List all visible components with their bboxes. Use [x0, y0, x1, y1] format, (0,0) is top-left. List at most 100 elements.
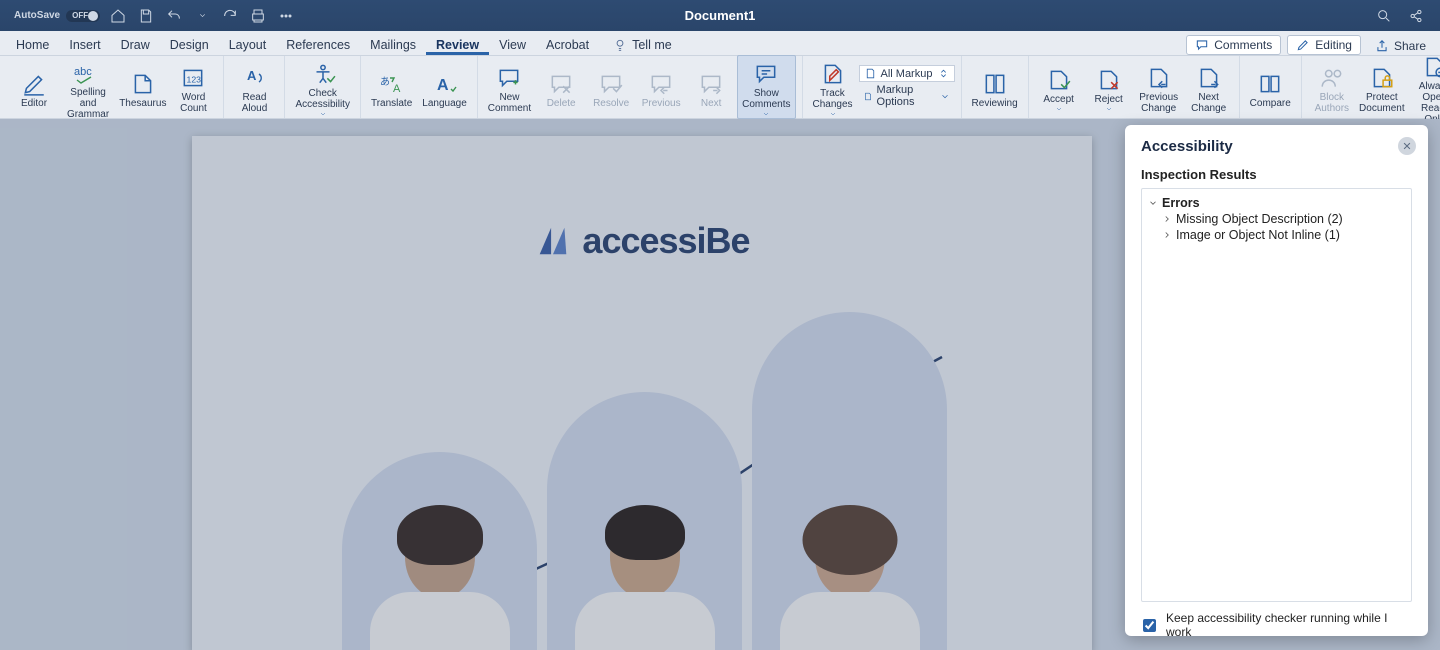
chevron-right-icon [1162, 230, 1172, 240]
more-icon[interactable] [276, 6, 296, 26]
stepper-icon [937, 67, 950, 80]
tab-insert[interactable]: Insert [59, 34, 110, 55]
readaloud-button[interactable]: A Read Aloud [230, 60, 278, 114]
resolve-label: Resolve [593, 98, 629, 109]
tab-review[interactable]: Review [426, 34, 489, 55]
chevron-down-icon [829, 110, 837, 118]
block-authors-button: Block Authors [1308, 60, 1356, 114]
keep-running-label: Keep accessibility checker running while… [1166, 611, 1414, 639]
editor-label: Editor [21, 98, 47, 109]
tab-layout[interactable]: Layout [219, 34, 277, 55]
next-comment-button: Next [687, 66, 735, 109]
prev-comment-button: Previous [637, 66, 685, 109]
chevron-down-icon [319, 110, 327, 118]
check-accessibility-button[interactable]: Check Accessibility [291, 56, 353, 118]
chevron-right-icon [1162, 214, 1172, 224]
editing-mode-button[interactable]: Editing [1287, 35, 1361, 55]
markup-options-button[interactable]: Markup Options [859, 83, 955, 109]
checka11y-label: Check Accessibility [295, 88, 349, 110]
search-icon[interactable] [1374, 6, 1394, 26]
thesaurus-label: Thesaurus [119, 98, 166, 109]
print-icon[interactable] [248, 6, 268, 26]
translate-button[interactable]: あATranslate [367, 66, 416, 109]
readaloud-label: Read Aloud [242, 92, 268, 114]
prev-change-button[interactable]: Previous Change [1135, 60, 1183, 114]
inspection-results-heading: Inspection Results [1125, 163, 1428, 188]
new-comment-button[interactable]: New Comment [484, 60, 535, 114]
svg-text:abc: abc [74, 66, 92, 78]
document-page[interactable]: accessiBe [192, 136, 1092, 650]
svg-text:あ: あ [380, 76, 390, 88]
spelling-button[interactable]: abc Spelling and Grammar [60, 55, 116, 120]
tab-home[interactable]: Home [6, 34, 59, 55]
next-label: Next [701, 98, 722, 109]
share-icon [1375, 39, 1389, 53]
read-only-button[interactable]: Always Open Read-Only [1408, 49, 1440, 125]
error-not-inline[interactable]: Image or Object Not Inline (1) [1146, 227, 1407, 243]
wordcount-button[interactable]: 123 Word Count [169, 60, 217, 114]
compare-button[interactable]: Compare [1246, 66, 1295, 109]
results-tree[interactable]: Errors Missing Object Description (2) Im… [1141, 188, 1412, 602]
home-icon[interactable] [108, 6, 128, 26]
delete-label: Delete [547, 98, 576, 109]
svg-text:A: A [247, 68, 257, 83]
tab-references[interactable]: References [276, 34, 360, 55]
ribbon: Editor abc Spelling and Grammar Thesaurus… [0, 56, 1440, 119]
show-comments-button[interactable]: Show Comments [737, 55, 795, 119]
chevron-down-icon [1055, 105, 1063, 113]
delete-comment-button: Delete [537, 66, 585, 109]
undo-menu-icon[interactable] [192, 6, 212, 26]
trackchanges-label: Track Changes [812, 88, 852, 110]
previous-label: Previous [642, 98, 681, 109]
protect-label: Protect Document [1359, 92, 1405, 114]
reviewing-pane-button[interactable]: Reviewing [968, 66, 1022, 109]
comments-button[interactable]: Comments [1186, 35, 1281, 55]
compare-label: Compare [1250, 98, 1291, 109]
next-change-button[interactable]: Next Change [1185, 60, 1233, 114]
prevchange-label: Previous Change [1139, 92, 1178, 114]
tab-design[interactable]: Design [160, 34, 219, 55]
save-icon[interactable] [136, 6, 156, 26]
document-title: Document1 [685, 8, 756, 23]
errors-category[interactable]: Errors [1146, 195, 1407, 211]
comments-label: Comments [1214, 38, 1272, 52]
tab-view[interactable]: View [489, 34, 536, 55]
error-missing-description[interactable]: Missing Object Description (2) [1146, 211, 1407, 227]
document-canvas: accessiBe Accessibility Inspection Resul… [0, 119, 1440, 650]
reviewing-label: Reviewing [972, 98, 1018, 109]
error-item-label: Image or Object Not Inline (1) [1176, 228, 1340, 242]
errors-label: Errors [1162, 196, 1200, 210]
protect-document-button[interactable]: Protect Document [1358, 60, 1406, 114]
tab-mailings[interactable]: Mailings [360, 34, 426, 55]
redo-icon[interactable] [220, 6, 240, 26]
chevron-down-icon [940, 90, 950, 103]
accept-button[interactable]: Accept [1035, 62, 1083, 113]
svg-text:A: A [393, 83, 401, 95]
reject-button[interactable]: Reject [1085, 62, 1133, 113]
track-changes-button[interactable]: Track Changes [809, 56, 857, 118]
keep-running-checkbox[interactable] [1143, 619, 1156, 632]
editor-button[interactable]: Editor [10, 66, 58, 109]
tab-acrobat[interactable]: Acrobat [536, 34, 599, 55]
wordcount-label: Word Count [180, 92, 207, 114]
language-button[interactable]: ALanguage [418, 66, 471, 109]
markup-display-select[interactable]: All Markup [859, 65, 955, 82]
share-title-icon[interactable] [1406, 6, 1426, 26]
blockauthors-label: Block Authors [1315, 92, 1349, 114]
tell-me[interactable]: Tell me [603, 34, 682, 55]
comment-icon [1195, 38, 1209, 52]
svg-text:123: 123 [187, 74, 202, 84]
close-icon [1402, 141, 1412, 151]
spelling-label: Spelling and Grammar [64, 87, 112, 120]
bulb-icon [613, 38, 627, 52]
logo-text: accessiBe [582, 220, 749, 262]
tab-draw[interactable]: Draw [111, 34, 160, 55]
language-label: Language [422, 98, 467, 109]
hero-image [342, 312, 942, 650]
markupoptions-label: Markup Options [877, 84, 937, 108]
close-pane-button[interactable] [1398, 137, 1416, 155]
autosave-toggle[interactable]: AutoSave OFF [14, 10, 100, 22]
resolve-comment-button: Resolve [587, 66, 635, 109]
thesaurus-button[interactable]: Thesaurus [118, 66, 167, 109]
undo-icon[interactable] [164, 6, 184, 26]
